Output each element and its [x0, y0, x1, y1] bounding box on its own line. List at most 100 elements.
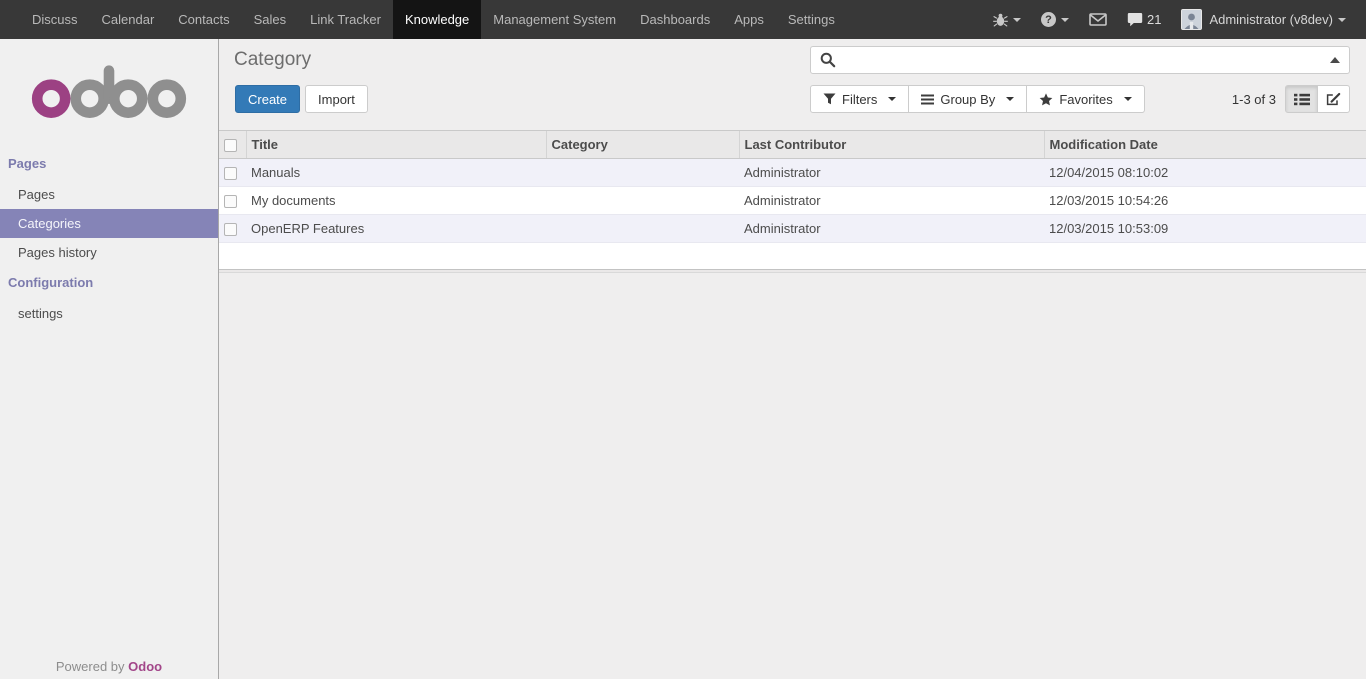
- cell-category: [546, 187, 739, 215]
- filters-button[interactable]: Filters: [810, 85, 909, 113]
- menu-link-tracker[interactable]: Link Tracker: [298, 0, 393, 39]
- search-toolbar: Filters Group By: [810, 85, 1350, 113]
- cell-last-contributor: Administrator: [739, 187, 1044, 215]
- edit-pencil-icon: [1326, 92, 1341, 106]
- table-row[interactable]: Manuals Administrator 12/04/2015 08:10:0…: [219, 159, 1366, 187]
- column-header-modification-date[interactable]: Modification Date: [1044, 131, 1366, 159]
- row-checkbox[interactable]: [224, 195, 237, 208]
- chevron-down-icon: [888, 97, 896, 101]
- sidebar-item-pages[interactable]: Pages: [0, 180, 218, 209]
- list-view-button[interactable]: [1285, 85, 1318, 113]
- help-menu[interactable]: ?: [1031, 12, 1079, 27]
- cell-title: My documents: [246, 187, 546, 215]
- group-by-label: Group By: [940, 92, 995, 107]
- control-panel: Category Create Import: [219, 39, 1366, 130]
- column-header-category[interactable]: Category: [546, 131, 739, 159]
- row-select-cell: [219, 215, 246, 243]
- chevron-down-icon: [1013, 18, 1021, 22]
- form-view-button[interactable]: [1317, 85, 1350, 113]
- category-list-view: Title Category Last Contributor Modifica…: [219, 130, 1366, 273]
- top-menubar: Discuss Calendar Contacts Sales Link Tra…: [0, 0, 1366, 39]
- select-all-cell: [219, 131, 246, 159]
- menu-contacts[interactable]: Contacts: [166, 0, 241, 39]
- import-button[interactable]: Import: [305, 85, 368, 113]
- powered-by: Powered by Odoo: [0, 655, 218, 678]
- main-content: Category Create Import: [219, 39, 1366, 679]
- menu-discuss[interactable]: Discuss: [20, 0, 90, 39]
- table-row[interactable]: My documents Administrator 12/03/2015 10…: [219, 187, 1366, 215]
- chevron-down-icon: [1338, 18, 1346, 22]
- cell-category: [546, 159, 739, 187]
- menu-sales[interactable]: Sales: [242, 0, 299, 39]
- row-checkbox[interactable]: [224, 223, 237, 236]
- sidebar-item-pages-history[interactable]: Pages history: [0, 238, 218, 267]
- list-view-icon: [1294, 93, 1310, 106]
- systray: ? 21: [983, 0, 1366, 39]
- table-row[interactable]: OpenERP Features Administrator 12/03/201…: [219, 215, 1366, 243]
- create-button[interactable]: Create: [235, 85, 300, 113]
- user-name-label: Administrator (v8dev): [1209, 12, 1333, 27]
- odoo-brand-link[interactable]: Odoo: [128, 659, 162, 674]
- cell-title: Manuals: [246, 159, 546, 187]
- search-input[interactable]: [842, 53, 1324, 68]
- star-icon: [1039, 93, 1053, 106]
- cell-last-contributor: Administrator: [739, 215, 1044, 243]
- search-icon: [820, 52, 836, 68]
- view-switcher: [1285, 85, 1350, 113]
- filter-button-group: Filters Group By: [810, 85, 1145, 113]
- avatar: [1181, 9, 1202, 30]
- secondary-menu: Pages Pages Categories Pages history Con…: [0, 148, 218, 328]
- search-bar: [810, 46, 1350, 74]
- select-all-checkbox[interactable]: [224, 139, 237, 152]
- mail-icon: [1089, 13, 1107, 26]
- cell-modification-date: 12/04/2015 08:10:02: [1044, 159, 1366, 187]
- bug-icon: [993, 12, 1008, 27]
- row-select-cell: [219, 187, 246, 215]
- filters-label: Filters: [842, 92, 877, 107]
- chevron-down-icon: [1061, 18, 1069, 22]
- powered-by-text: Powered by: [56, 659, 125, 674]
- chat-messages[interactable]: 21: [1117, 12, 1171, 27]
- sidebar-item-categories[interactable]: Categories: [0, 209, 218, 238]
- chevron-down-icon: [1124, 97, 1132, 101]
- cell-category: [546, 215, 739, 243]
- odoo-window: Discuss Calendar Contacts Sales Link Tra…: [0, 0, 1366, 679]
- menu-dashboards[interactable]: Dashboards: [628, 0, 722, 39]
- table-bottom-edge: [219, 269, 1366, 273]
- action-buttons: Create Import: [235, 85, 368, 113]
- messages-inbox[interactable]: [1079, 13, 1117, 26]
- user-menu[interactable]: Administrator (v8dev): [1171, 9, 1356, 30]
- cell-last-contributor: Administrator: [739, 159, 1044, 187]
- cell-title: OpenERP Features: [246, 215, 546, 243]
- records-table: Title Category Last Contributor Modifica…: [219, 130, 1366, 269]
- column-header-title[interactable]: Title: [246, 131, 546, 159]
- cell-modification-date: 12/03/2015 10:54:26: [1044, 187, 1366, 215]
- favorites-label: Favorites: [1059, 92, 1112, 107]
- table-header-row: Title Category Last Contributor Modifica…: [219, 131, 1366, 159]
- help-icon: ?: [1041, 12, 1056, 27]
- cell-modification-date: 12/03/2015 10:53:09: [1044, 215, 1366, 243]
- column-header-last-contributor[interactable]: Last Contributor: [739, 131, 1044, 159]
- pager-label: 1-3 of 3: [1232, 92, 1276, 107]
- search-expand-icon[interactable]: [1330, 57, 1340, 63]
- row-checkbox[interactable]: [224, 167, 237, 180]
- menu-apps[interactable]: Apps: [722, 0, 776, 39]
- filter-icon: [823, 93, 836, 105]
- odoo-logo: [29, 60, 189, 120]
- sidebar-item-settings[interactable]: settings: [0, 299, 218, 328]
- group-by-button[interactable]: Group By: [908, 85, 1027, 113]
- section-title-configuration: Configuration: [0, 267, 218, 299]
- menu-settings[interactable]: Settings: [776, 0, 847, 39]
- main-menus: Discuss Calendar Contacts Sales Link Tra…: [20, 0, 847, 39]
- menu-management-system[interactable]: Management System: [481, 0, 628, 39]
- menu-knowledge[interactable]: Knowledge: [393, 0, 481, 39]
- debug-menu[interactable]: [983, 12, 1031, 27]
- section-title-pages: Pages: [0, 148, 218, 180]
- menu-calendar[interactable]: Calendar: [90, 0, 167, 39]
- page-title: Category: [234, 49, 311, 71]
- row-select-cell: [219, 159, 246, 187]
- app-sidebar: Pages Pages Categories Pages history Con…: [0, 39, 219, 679]
- chevron-down-icon: [1006, 97, 1014, 101]
- favorites-button[interactable]: Favorites: [1026, 85, 1144, 113]
- empty-filler-row: [219, 243, 1366, 269]
